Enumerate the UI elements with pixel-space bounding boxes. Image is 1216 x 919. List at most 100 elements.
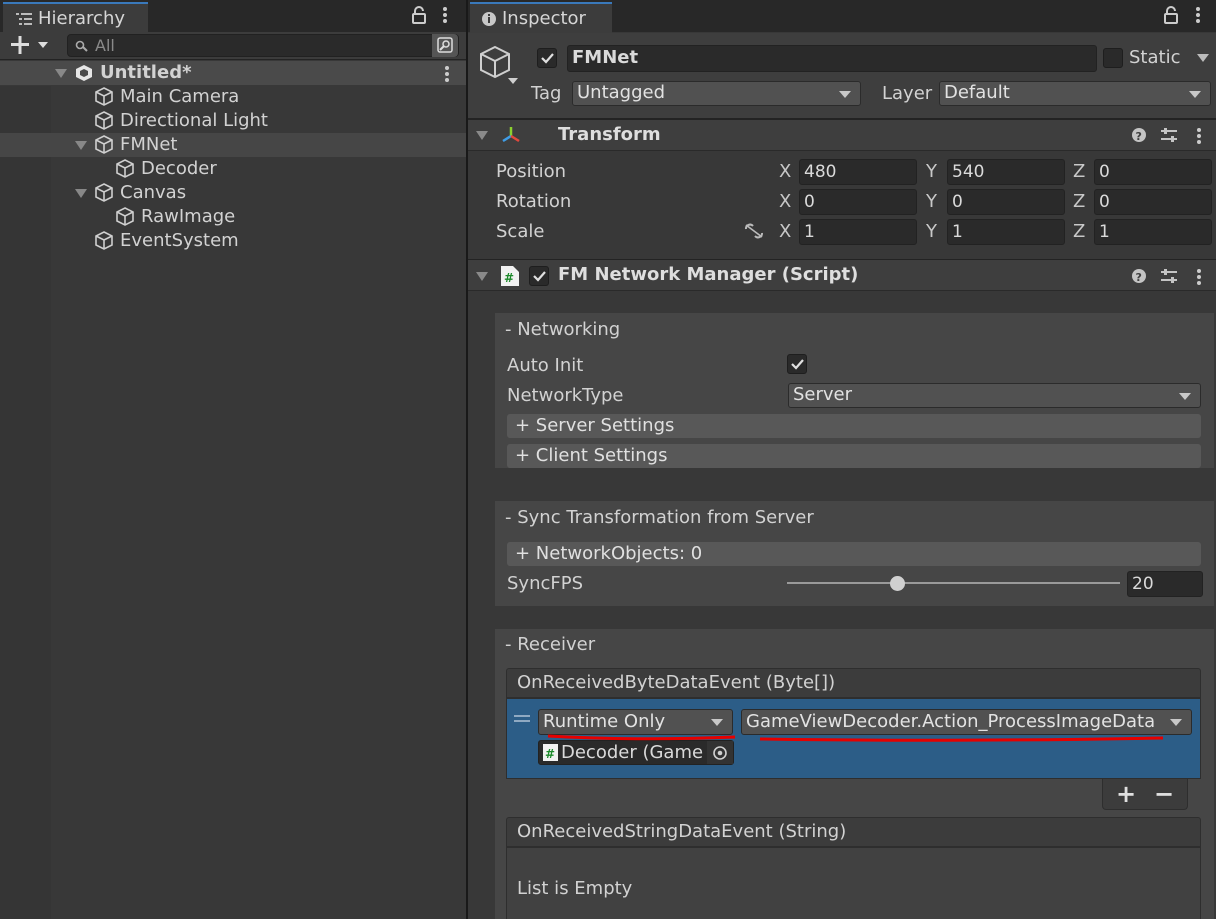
inspector-tab-label: Inspector <box>502 8 586 29</box>
hierarchy-item-directional-light[interactable]: Directional Light <box>0 109 466 133</box>
help-icon[interactable]: ? <box>1131 127 1147 143</box>
scene-foldout-arrow[interactable] <box>55 69 67 78</box>
checkmark-icon <box>533 271 546 282</box>
foldout-arrow[interactable] <box>75 141 87 150</box>
kebab-menu-icon[interactable] <box>443 65 451 83</box>
hierarchy-item-main-camera[interactable]: Main Camera <box>0 85 466 109</box>
hierarchy-item-rawimage[interactable]: RawImage <box>0 205 466 229</box>
axis-z-label[interactable]: Z <box>1073 191 1085 212</box>
chevron-down-icon <box>839 91 851 98</box>
foldout-arrow[interactable] <box>75 189 87 198</box>
layer-dropdown[interactable]: Default <box>939 81 1211 106</box>
remove-listener-button[interactable]: − <box>1154 780 1174 808</box>
scale-x-input[interactable]: 1 <box>799 219 917 245</box>
plus-icon[interactable] <box>11 36 51 54</box>
client-settings-foldout[interactable]: + Client Settings <box>507 444 1201 468</box>
string-event-header: OnReceivedStringDataEvent (String) <box>506 817 1201 847</box>
checkmark-icon <box>791 359 804 370</box>
presets-icon[interactable] <box>1160 127 1178 143</box>
server-settings-foldout[interactable]: + Server Settings <box>507 414 1201 438</box>
script-enabled-checkbox[interactable] <box>529 266 549 286</box>
transform-header[interactable]: Transform <box>468 119 1216 151</box>
static-checkbox[interactable] <box>1103 48 1123 68</box>
drag-handle-icon[interactable] <box>514 715 530 723</box>
script-component-header[interactable]: FM Network Manager (Script) <box>468 259 1216 291</box>
help-icon[interactable]: ? <box>1131 268 1147 284</box>
info-icon <box>482 12 496 26</box>
hierarchy-item-decoder[interactable]: Decoder <box>0 157 466 181</box>
transform-axes-icon <box>502 127 520 143</box>
lock-icon[interactable] <box>411 6 427 24</box>
hierarchy-item-eventsystem[interactable]: EventSystem <box>0 229 466 253</box>
rotation-x-input[interactable]: 0 <box>799 189 917 215</box>
static-dropdown-arrow[interactable] <box>1197 54 1209 62</box>
hierarchy-list-icon <box>16 13 32 25</box>
presets-icon[interactable] <box>1160 268 1178 284</box>
auto-init-label: Auto Init <box>507 355 584 376</box>
network-type-value: Server <box>793 384 853 405</box>
gameobject-cube-icon[interactable] <box>478 44 522 88</box>
scene-search-icon <box>437 37 453 53</box>
add-listener-button[interactable]: + <box>1116 780 1136 808</box>
network-type-dropdown[interactable]: Server <box>788 383 1201 408</box>
axis-x-label[interactable]: X <box>779 191 791 212</box>
hierarchy-item-fmnet[interactable]: FMNet <box>0 133 466 157</box>
object-name-input[interactable]: FMNet <box>567 45 1097 72</box>
axis-y-label[interactable]: Y <box>926 221 937 242</box>
receiver-header[interactable]: - Receiver <box>505 634 595 655</box>
lock-icon[interactable] <box>1163 6 1179 24</box>
hierarchy-item-canvas[interactable]: Canvas <box>0 181 466 205</box>
sync-fps-input[interactable]: 20 <box>1127 571 1203 597</box>
static-label: Static <box>1129 47 1181 68</box>
search-picker-button[interactable] <box>432 34 458 57</box>
position-y-input[interactable]: 540 <box>947 159 1065 185</box>
networking-header[interactable]: - Networking <box>505 319 620 340</box>
hierarchy-item-label: RawImage <box>141 206 236 227</box>
transform-foldout-arrow[interactable] <box>476 131 488 140</box>
axis-z-label[interactable]: Z <box>1073 161 1085 182</box>
inspector-tab[interactable]: Inspector <box>470 2 612 33</box>
kebab-menu-icon[interactable] <box>441 6 449 24</box>
kebab-menu-icon[interactable] <box>1194 6 1202 24</box>
tag-dropdown[interactable]: Untagged <box>572 81 861 106</box>
active-checkbox[interactable] <box>537 48 557 68</box>
auto-init-checkbox[interactable] <box>787 354 807 374</box>
position-label: Position <box>496 161 567 182</box>
string-event-list: List is Empty <box>506 847 1201 919</box>
kebab-menu-icon[interactable] <box>1195 127 1203 145</box>
sync-fps-slider-thumb[interactable] <box>889 576 905 591</box>
layer-label: Layer <box>882 83 933 104</box>
network-objects-foldout[interactable]: + NetworkObjects: 0 <box>507 542 1201 566</box>
position-z-input[interactable]: 0 <box>1094 159 1212 185</box>
script-foldout-arrow[interactable] <box>476 272 488 281</box>
chevron-down-icon <box>1170 719 1182 726</box>
rotation-z-input[interactable]: 0 <box>1094 189 1212 215</box>
object-picker-icon <box>713 746 727 760</box>
scene-label: Untitled* <box>100 62 192 83</box>
position-x-input[interactable]: 480 <box>799 159 917 185</box>
search-placeholder: All <box>95 36 115 55</box>
gameobject-cube-icon <box>116 159 134 178</box>
axis-x-label[interactable]: X <box>779 161 791 182</box>
axis-x-label[interactable]: X <box>779 221 791 242</box>
axis-z-label[interactable]: Z <box>1073 221 1085 242</box>
hierarchy-item-label: Main Camera <box>120 86 240 107</box>
sync-header[interactable]: - Sync Transformation from Server <box>505 507 814 528</box>
hierarchy-item-label: Directional Light <box>120 110 268 131</box>
axis-y-label[interactable]: Y <box>926 191 937 212</box>
rotation-y-input[interactable]: 0 <box>947 189 1065 215</box>
target-object-field[interactable]: Decoder (Game ’ <box>538 740 734 765</box>
scene-row[interactable]: Untitled* <box>0 61 466 85</box>
axis-y-label[interactable]: Y <box>926 161 937 182</box>
hierarchy-search-input[interactable]: All <box>67 34 459 57</box>
sync-fps-slider-track[interactable] <box>787 582 1120 584</box>
object-picker-button[interactable] <box>707 741 733 764</box>
link-constrain-icon[interactable] <box>743 222 765 240</box>
kebab-menu-icon[interactable] <box>1195 268 1203 286</box>
scale-y-input[interactable]: 1 <box>947 219 1065 245</box>
search-icon <box>75 40 88 52</box>
scale-z-input[interactable]: 1 <box>1094 219 1212 245</box>
sync-fps-label: SyncFPS <box>507 573 584 594</box>
hierarchy-tab[interactable]: Hierarchy <box>3 2 148 33</box>
script-icon: # <box>543 744 558 761</box>
